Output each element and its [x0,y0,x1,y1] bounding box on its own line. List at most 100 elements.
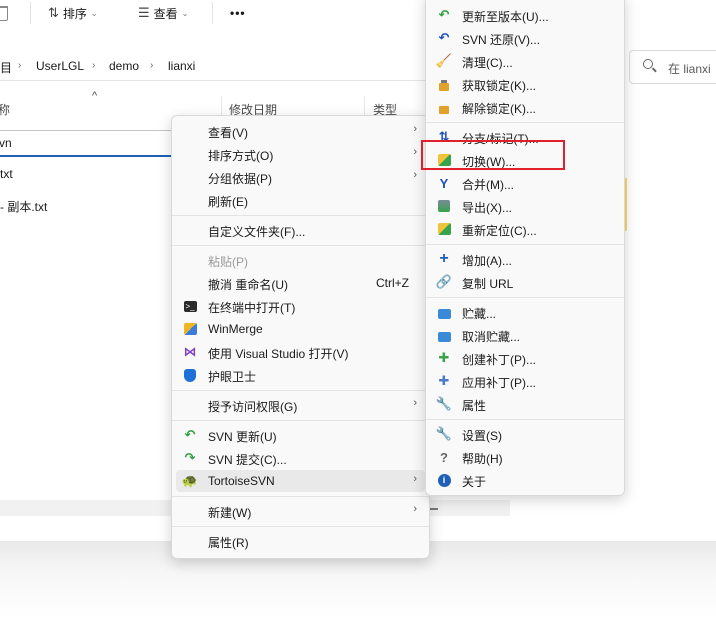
eye-guard-shield-icon [182,367,198,383]
svn-item-relocate[interactable]: 重新定位(C)... [430,218,620,240]
menu-item-grant-access[interactable]: 授予访问权限(G) › [176,394,425,416]
svn-item-get-lock[interactable]: 获取锁定(K)... [430,73,620,95]
file-name: vn [0,136,12,150]
settings-tools-icon: 🔧 [435,426,453,441]
menu-item-winmerge[interactable]: WinMerge [176,318,425,340]
apply-patch-icon: ✚ [438,373,450,388]
chevron-down-icon: ⌄ [90,8,98,18]
wrench-icon: 🔧 [435,396,453,411]
menu-divider [172,420,429,421]
view-label: 查看 [153,6,178,21]
chevron-right-icon: › [413,146,417,158]
breadcrumb-item[interactable]: lianxi [168,59,195,73]
menu-item-eye-guard[interactable]: 护眼卫士 [176,364,425,386]
sort-button[interactable]: ⇅ 排序 ⌄ [48,4,98,22]
breadcrumb-item[interactable]: 目 [0,59,12,76]
context-menu: 查看(V) › 排序方式(O) › 分组依据(P) › 刷新(E) 自定义文件夹… [171,115,430,559]
menu-item-open-terminal[interactable]: >_ 在终端中打开(T) [176,295,425,317]
svn-item-update-to-revision[interactable]: ↶ 更新至版本(U)... [430,4,620,26]
plus-icon: + [439,250,449,267]
search-box[interactable]: 在 lianxi [629,50,716,84]
chevron-down-icon: ⌄ [181,8,189,18]
shelve-icon [436,304,452,320]
sort-icon: ⇅ [48,5,59,20]
update-to-revision-icon: ↶ [438,7,450,22]
menu-item-customize-folder[interactable]: 自定义文件夹(F)... [176,219,425,241]
menu-item-new[interactable]: 新建(W) › [176,500,425,522]
svn-item-release-lock[interactable]: 解除锁定(K)... [430,96,620,118]
breadcrumb-separator-icon: › [150,60,154,71]
menu-divider [426,122,624,123]
trash-icon [0,5,8,21]
column-header-name[interactable]: 称 [0,101,10,118]
menu-item-tortoisesvn[interactable]: 🐢 TortoiseSVN › [176,470,425,492]
breadcrumb-item[interactable]: UserLGL [36,59,84,73]
lock-icon [436,76,452,92]
breadcrumb-separator-icon: › [18,60,22,71]
menu-item-svn-commit[interactable]: ↷ SVN 提交(C)... [176,447,425,469]
menu-item-view[interactable]: 查看(V) › [176,120,425,142]
svn-item-shelve[interactable]: 贮藏... [430,301,620,323]
menu-item-svn-update[interactable]: ↶ SVN 更新(U) [176,424,425,446]
relocate-icon [436,221,452,237]
menu-divider [426,244,624,245]
svn-item-about[interactable]: i 关于 [430,469,620,491]
more-options-button[interactable]: ••• [230,4,246,22]
list-item[interactable]: txt [0,167,13,181]
link-icon: 🔗 [435,274,453,289]
svn-item-properties[interactable]: 🔧 属性 [430,393,620,415]
rename-field[interactable]: vn [0,130,182,157]
terminal-icon: >_ [183,300,197,312]
sort-label: 排序 [62,6,87,21]
svn-item-merge[interactable]: Y 合并(M)... [430,172,620,194]
svn-commit-icon: ↷ [184,450,196,465]
menu-item-sort[interactable]: 排序方式(O) › [176,143,425,165]
list-item[interactable]: - 副本.txt [0,198,47,215]
search-icon-handle [652,67,657,73]
menu-divider [172,215,429,216]
menu-divider [172,496,429,497]
svn-item-export[interactable]: 导出(X)... [430,195,620,217]
unlock-icon [436,99,452,115]
menu-item-undo-rename[interactable]: 撤消 重命名(U) Ctrl+Z [176,272,425,294]
unshelve-icon [436,327,452,343]
svn-item-help[interactable]: ? 帮助(H) [430,446,620,468]
revert-icon: ↶ [438,30,450,45]
menu-item-group[interactable]: 分组依据(P) › [176,166,425,188]
menu-divider [172,526,429,527]
menu-item-open-visual-studio[interactable]: ⋈ 使用 Visual Studio 打开(V) [176,341,425,363]
toolbar-divider [212,2,213,24]
svn-item-unshelve[interactable]: 取消贮藏... [430,324,620,346]
menu-divider [426,297,624,298]
toolbar-divider [30,2,31,24]
menu-item-properties[interactable]: 属性(R) [176,530,425,552]
breadcrumb-item[interactable]: demo [109,59,139,73]
svn-item-add[interactable]: + 增加(A)... [430,248,620,270]
chevron-right-icon: › [413,503,417,515]
chevron-right-icon: › [413,123,417,135]
svn-update-icon: ↶ [184,427,196,442]
menu-divider [172,390,429,391]
view-list-icon: ☰ [138,5,150,20]
svn-item-apply-patch[interactable]: ✚ 应用补丁(P)... [430,370,620,392]
highlight-annotation-box [421,140,565,170]
delete-button[interactable] [0,4,8,22]
menu-item-refresh[interactable]: 刷新(E) [176,189,425,211]
tortoisesvn-icon: 🐢 [181,473,199,488]
merge-icon: Y [439,175,449,191]
menu-item-paste: 粘贴(P) [208,255,248,269]
winmerge-icon [182,321,198,337]
view-button[interactable]: ☰ 查看 ⌄ [138,4,188,22]
menu-divider [426,419,624,420]
chevron-right-icon: › [413,169,417,181]
svn-item-cleanup[interactable]: 🧹 清理(C)... [430,50,620,72]
help-icon: ? [440,449,448,465]
menu-divider [172,245,429,246]
svn-item-settings[interactable]: 🔧 设置(S) [430,423,620,445]
patch-icon: ✚ [438,350,450,365]
svn-item-revert[interactable]: ↶ SVN 还原(V)... [430,27,620,49]
broom-icon: 🧹 [435,53,453,68]
svn-item-copy-url[interactable]: 🔗 复制 URL [430,271,620,293]
shortcut-label: Ctrl+Z [376,276,409,290]
svn-item-create-patch[interactable]: ✚ 创建补丁(P)... [430,347,620,369]
